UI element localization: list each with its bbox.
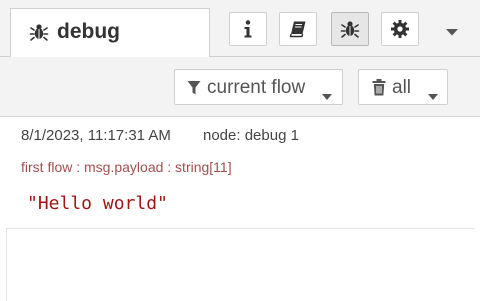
filter-label: current flow (207, 77, 306, 98)
sidebar-tab-bar: debug (0, 0, 480, 58)
debug-sidebar: debug current flow all 8/1/2023, 11:17:3… (0, 0, 480, 301)
config-tab-button[interactable] (381, 12, 419, 46)
message-payload-value: "Hello world" (27, 193, 168, 214)
tab-debug-label: debug (57, 20, 120, 43)
help-tab-button[interactable] (279, 12, 317, 46)
message-timestamp: 8/1/2023, 11:17:31 AM (21, 127, 171, 144)
debug-filter-toolbar: current flow all (0, 57, 480, 117)
clear-scope-label: all (392, 77, 412, 98)
filter-current-flow-button[interactable]: current flow (174, 69, 343, 105)
bug-icon (340, 19, 360, 39)
gear-icon (390, 19, 410, 39)
message-metadata[interactable]: first flow : msg.payload : string[11] (21, 159, 232, 175)
message-node-name[interactable]: node: debug 1 (203, 127, 299, 144)
info-tab-button[interactable] (229, 12, 267, 46)
info-icon (243, 20, 253, 38)
chevron-down-icon (321, 85, 333, 107)
filter-icon (187, 80, 201, 102)
chevron-down-icon (427, 85, 439, 107)
debug-message[interactable]: 8/1/2023, 11:17:31 AM node: debug 1 firs… (6, 119, 474, 229)
bug-icon (29, 22, 49, 42)
book-icon (289, 20, 307, 38)
tab-menu-dropdown-icon[interactable] (445, 24, 459, 42)
trash-icon (372, 79, 386, 102)
message-list-border (6, 229, 7, 301)
tab-debug[interactable]: debug (10, 8, 210, 58)
clear-messages-button[interactable]: all (358, 69, 448, 105)
debug-tab-button[interactable] (331, 12, 369, 46)
